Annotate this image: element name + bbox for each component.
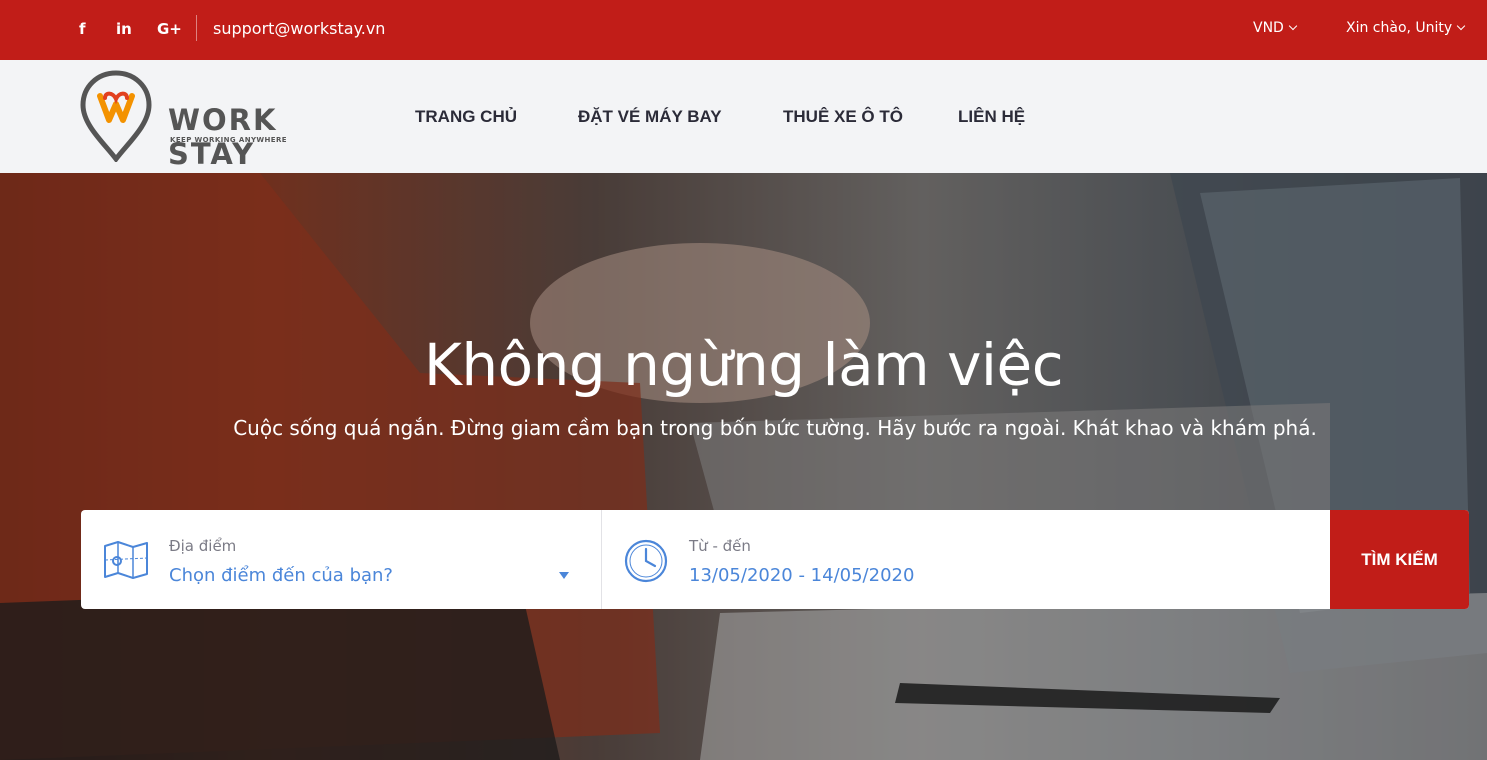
hero-overlay [0, 173, 1487, 760]
nav-home[interactable]: TRANG CHỦ [415, 60, 517, 173]
currency-label: VND [1253, 20, 1284, 36]
top-bar: f in G+ support@workstay.vn VND Xin chào… [0, 0, 1487, 60]
linkedin-link[interactable]: in [116, 0, 132, 57]
facebook-link[interactable]: f [79, 0, 86, 57]
currency-selector[interactable]: VND [1253, 0, 1298, 57]
support-email-link[interactable]: support@workstay.vn [213, 0, 385, 57]
hero-subtitle: Cuộc sống quá ngắn. Đừng giam cầm bạn tr… [233, 416, 1317, 440]
location-select[interactable]: Địa điểm Chọn điểm đến của bạn? [81, 510, 601, 609]
google-plus-link[interactable]: G+ [157, 0, 182, 57]
logo-pin-icon [80, 70, 152, 164]
nav-car-rental[interactable]: THUÊ XE Ô TÔ [783, 60, 903, 173]
user-menu[interactable]: Xin chào, Unity [1346, 0, 1466, 57]
date-value: 13/05/2020 - 14/05/2020 [689, 565, 915, 586]
caret-down-icon [559, 572, 569, 579]
brand-tagline: KEEP WORKING ANYWHERE [170, 136, 287, 144]
topbar-divider [196, 15, 197, 41]
hero-section: Không ngừng làm việc Cuộc sống quá ngắn.… [0, 173, 1487, 760]
chevron-down-icon [1288, 21, 1298, 31]
date-label: Từ - đến [689, 537, 751, 555]
google-plus-icon[interactable]: G+ [157, 20, 182, 38]
logo[interactable]: WORK STAY KEEP WORKING ANYWHERE [80, 70, 365, 171]
main-navbar: WORK STAY KEEP WORKING ANYWHERE [0, 60, 1487, 173]
facebook-icon[interactable]: f [79, 20, 86, 38]
clock-icon [624, 539, 668, 583]
map-icon [104, 541, 148, 579]
linkedin-icon[interactable]: in [116, 20, 132, 38]
location-value: Chọn điểm đến của bạn? [169, 565, 393, 586]
date-range-picker[interactable]: Từ - đến 13/05/2020 - 14/05/2020 [602, 510, 1330, 609]
hero-title: Không ngừng làm việc [423, 331, 1064, 399]
chevron-down-icon [1456, 21, 1466, 31]
nav-contact[interactable]: LIÊN HỆ [958, 60, 1025, 173]
search-button[interactable]: TÌM KIẾM [1330, 510, 1469, 609]
search-bar: Địa điểm Chọn điểm đến của bạn? Từ - đến… [81, 510, 1469, 609]
greeting-label: Xin chào, Unity [1346, 20, 1453, 36]
location-label: Địa điểm [169, 537, 237, 555]
nav-flight-booking[interactable]: ĐẶT VÉ MÁY BAY [578, 60, 722, 173]
